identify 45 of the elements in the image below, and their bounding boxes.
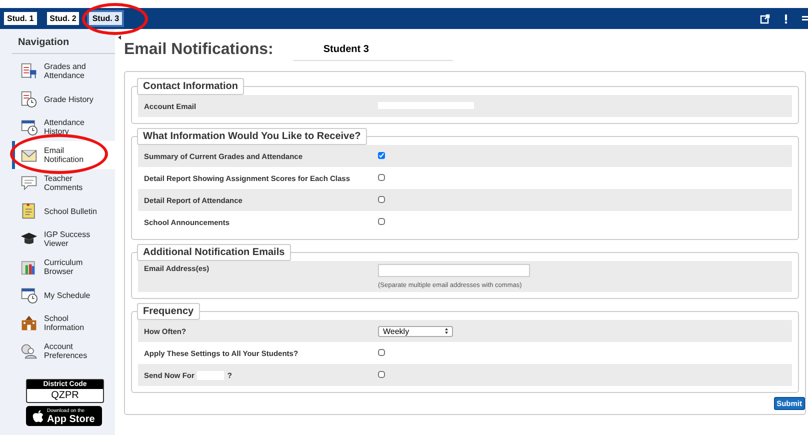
sidebar-item[interactable]: School Information <box>12 309 115 337</box>
clock-list-icon <box>20 90 38 108</box>
checkbox[interactable] <box>378 348 385 356</box>
apple-logo-icon <box>32 409 44 423</box>
calendar-clock-icon <box>20 118 38 136</box>
student-tab[interactable]: Stud. 2 <box>46 12 80 25</box>
sidebar-item[interactable]: School Bulletin <box>12 197 115 225</box>
student-tab[interactable]: Stud. 3 <box>89 12 122 25</box>
student-name: Student 3 <box>293 40 454 60</box>
checkbox[interactable] <box>378 218 385 224</box>
sidebar-heading: Navigation <box>12 29 115 54</box>
checkbox[interactable] <box>378 196 385 202</box>
page-title: Email Notifications: <box>124 41 274 59</box>
checkbox[interactable] <box>378 174 385 180</box>
alert-icon[interactable] <box>784 14 788 24</box>
notepad-icon <box>20 202 38 220</box>
external-link-icon[interactable] <box>760 14 770 24</box>
sidebar-item[interactable]: Teacher Comments <box>12 169 115 197</box>
email-input-field[interactable] <box>378 264 530 277</box>
checklist-icon <box>20 62 38 80</box>
sidebar-item[interactable]: Grade History <box>12 85 115 113</box>
frequency-dropdown[interactable]: Weekly <box>378 326 453 336</box>
badge-title: App Store <box>47 414 95 424</box>
collapse-arrow-icon[interactable] <box>118 35 121 40</box>
section-legend: Frequency <box>137 303 200 320</box>
up-down-arrow-icon <box>445 328 448 334</box>
menu-icon[interactable] <box>802 14 808 24</box>
district-code-value: QZPR <box>50 389 80 402</box>
section-legend: Additional Notification Emails <box>137 244 291 261</box>
student-tab[interactable]: Stud. 1 <box>4 12 37 25</box>
school-building-icon <box>20 314 38 332</box>
sidebar-item[interactable]: IGP Success Viewer <box>12 225 115 253</box>
sidebar-item[interactable]: Grades and Attendance <box>12 57 115 85</box>
checkbox[interactable] <box>378 152 385 158</box>
sidebar-item[interactable]: My Schedule <box>12 281 115 309</box>
speech-bubble-icon <box>20 174 38 192</box>
checkbox[interactable] <box>378 370 385 378</box>
circle-annotation <box>82 3 148 35</box>
calendar-clock-icon <box>20 286 38 304</box>
sidebar-item[interactable]: Curriculum Browser <box>12 253 115 281</box>
sidebar-item[interactable]: Account Preferences <box>12 337 115 365</box>
sidebar-item[interactable]: Attendance History <box>12 113 115 141</box>
sidebar-item[interactable]: Email Notification <box>12 141 115 169</box>
section-legend: Contact Information <box>137 78 244 95</box>
section-legend: What Information Would You Like to Receive? <box>137 128 367 145</box>
